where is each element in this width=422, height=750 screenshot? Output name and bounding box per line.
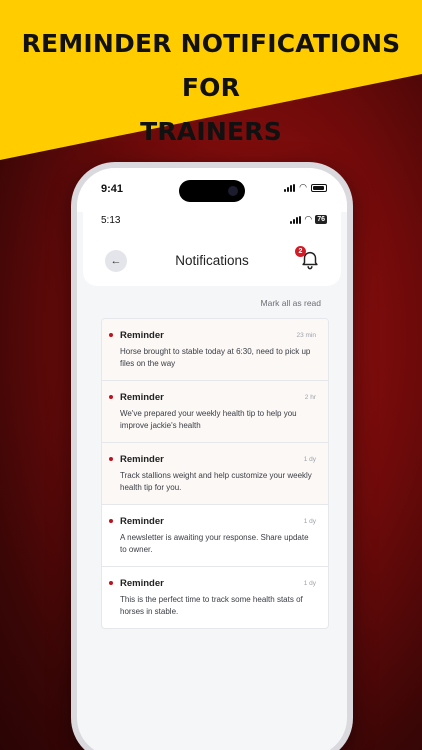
notification-time: 1 dy bbox=[303, 518, 316, 525]
app-clock: 5:13 bbox=[101, 215, 121, 226]
battery-icon bbox=[311, 183, 327, 192]
battery-level: 76 bbox=[315, 215, 327, 224]
notification-title: Reminder bbox=[120, 330, 164, 341]
camera-icon bbox=[228, 186, 238, 196]
signal-icon bbox=[290, 215, 302, 224]
notification-item[interactable]: Reminder 1 dy Track stallions weight and… bbox=[102, 443, 328, 505]
notification-body: We've prepared your weekly health tip to… bbox=[120, 409, 297, 430]
wifi-icon: ◠ bbox=[304, 214, 313, 224]
notification-time: 1 dy bbox=[303, 580, 316, 587]
app-header: 5:13 ◠ 76 ← Notifications 2 bbox=[83, 206, 341, 286]
notification-time: 23 min bbox=[296, 332, 316, 339]
notification-title: Reminder bbox=[120, 392, 164, 403]
unread-dot-icon bbox=[109, 457, 113, 461]
notification-time: 2 hr bbox=[304, 394, 316, 401]
notification-title: Reminder bbox=[120, 516, 164, 527]
unread-dot-icon bbox=[109, 581, 113, 585]
notification-item[interactable]: Reminder 1 dy This is the perfect time t… bbox=[102, 567, 328, 628]
device-clock: 9:41 bbox=[101, 183, 124, 195]
notification-body: Track stallions weight and help customiz… bbox=[120, 471, 312, 492]
dynamic-island bbox=[179, 180, 245, 202]
notification-body: Horse brought to stable today at 6:30, n… bbox=[120, 347, 311, 368]
notification-time: 1 dy bbox=[303, 456, 316, 463]
device-status-icons: ◠ bbox=[284, 183, 327, 192]
promo-headline: REMINDER NOTIFICATIONS FOR TRAINERS bbox=[0, 22, 422, 154]
notification-body: This is the perfect time to track some h… bbox=[120, 595, 303, 616]
notification-list: Reminder 23 min Horse brought to stable … bbox=[101, 318, 329, 629]
notification-title: Reminder bbox=[120, 454, 164, 465]
headline-line-2: TRAINERS bbox=[140, 117, 282, 146]
unread-dot-icon bbox=[109, 395, 113, 399]
notification-badge: 2 bbox=[295, 246, 306, 257]
phone-screen: 9:41 ◠ 5:13 ◠ 76 ← Notifications 2 Mark … bbox=[77, 168, 347, 750]
notification-item[interactable]: Reminder 23 min Horse brought to stable … bbox=[102, 319, 328, 381]
unread-dot-icon bbox=[109, 333, 113, 337]
unread-dot-icon bbox=[109, 519, 113, 523]
notification-item[interactable]: Reminder 2 hr We've prepared your weekly… bbox=[102, 381, 328, 443]
phone-frame: 9:41 ◠ 5:13 ◠ 76 ← Notifications 2 Mark … bbox=[71, 162, 353, 750]
mark-all-read-link[interactable]: Mark all as read bbox=[261, 298, 321, 308]
notification-item[interactable]: Reminder 1 dy A newsletter is awaiting y… bbox=[102, 505, 328, 567]
signal-icon bbox=[284, 183, 296, 192]
app-status-icons: ◠ 76 bbox=[290, 215, 327, 224]
wifi-icon: ◠ bbox=[299, 182, 307, 192]
notification-title: Reminder bbox=[120, 578, 164, 589]
notification-body: A newsletter is awaiting your response. … bbox=[120, 533, 309, 554]
headline-line-1: REMINDER NOTIFICATIONS FOR bbox=[21, 29, 401, 102]
